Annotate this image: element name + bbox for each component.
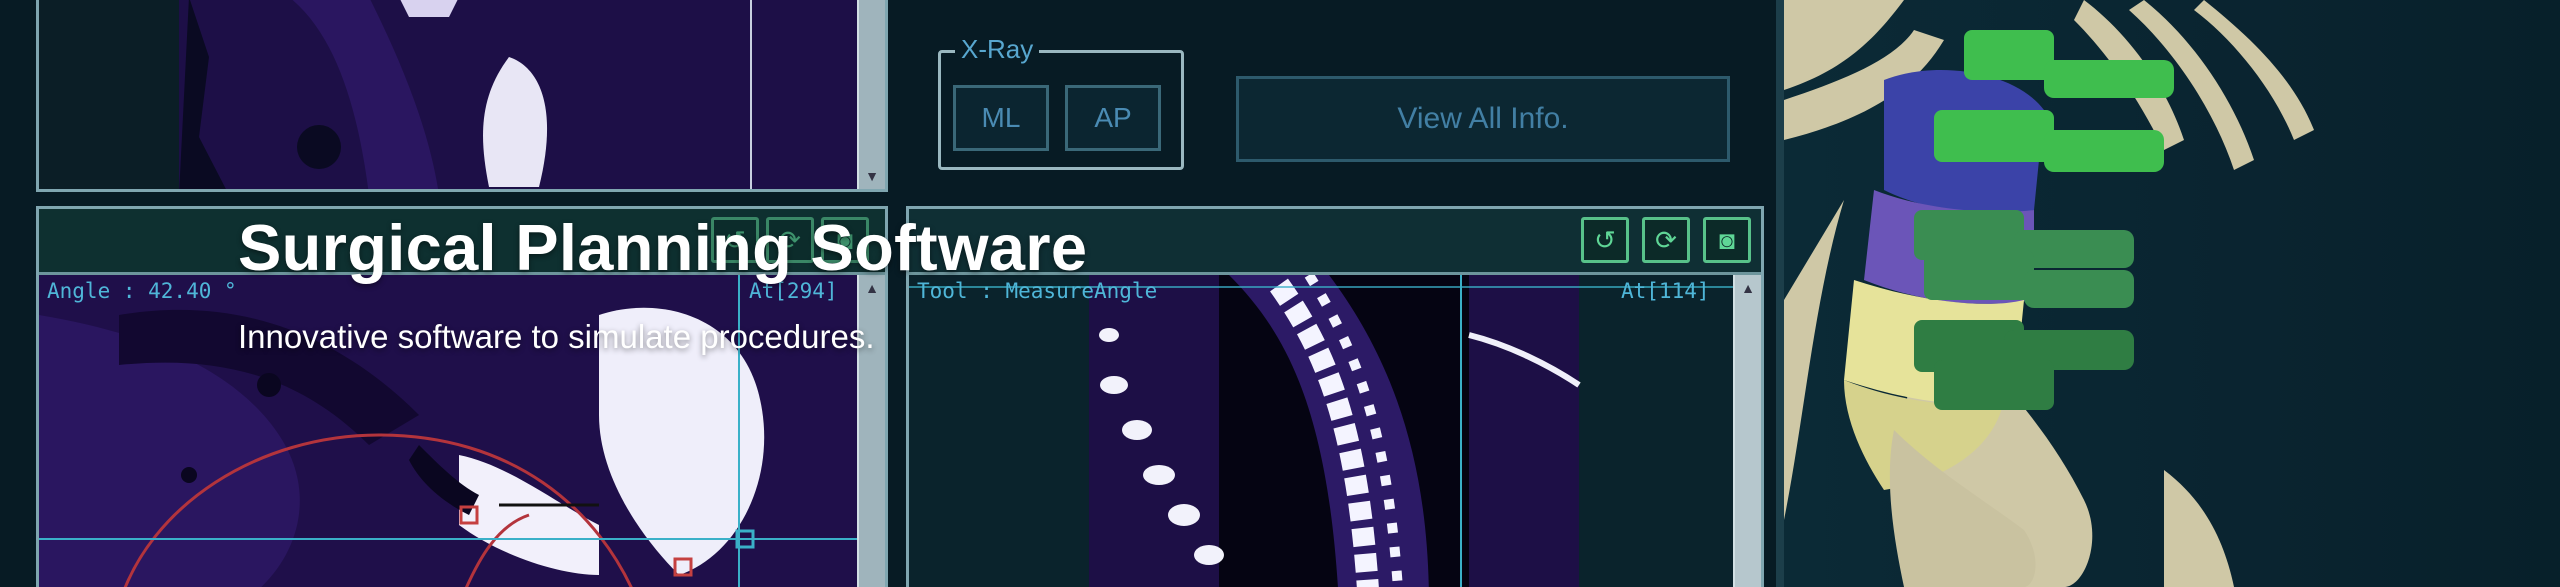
xray-ap-button[interactable]: AP bbox=[1065, 85, 1161, 151]
camera-icon[interactable]: ◙ bbox=[1703, 217, 1751, 263]
xray-ml-button[interactable]: ML bbox=[953, 85, 1049, 151]
ct-scan-image bbox=[909, 275, 1735, 587]
page-title: Surgical Planning Software bbox=[238, 211, 1088, 284]
undo-icon[interactable]: ↺ bbox=[1581, 217, 1629, 263]
panel-divider bbox=[1776, 0, 1784, 587]
refresh-icon[interactable]: ⟳ bbox=[1642, 217, 1690, 263]
3d-spine-render bbox=[1784, 0, 2314, 587]
xray-group-title: X-Ray bbox=[955, 34, 1040, 65]
ct-scan-image bbox=[39, 0, 885, 189]
scroll-down-icon[interactable]: ▼ bbox=[859, 165, 885, 187]
xray-group: X-Ray ML AP bbox=[938, 34, 1184, 170]
view-all-info-button[interactable]: View All Info. bbox=[1236, 76, 1730, 162]
page-subtitle: Innovative software to simulate procedur… bbox=[238, 318, 875, 355]
center-position-readout: At[114] bbox=[1621, 279, 1710, 303]
angle-readout: Angle : 42.40 ° bbox=[47, 279, 237, 303]
top-left-ct-view[interactable]: ▼ bbox=[36, 0, 888, 192]
vertical-scrollbar[interactable]: ▲ bbox=[1733, 275, 1761, 587]
app-window: ▼ X-Ray ML AP View All Info. ↺ ⟳ ◙ Angle… bbox=[0, 0, 2560, 587]
3d-spine-view[interactable] bbox=[1784, 0, 2560, 587]
vertical-scrollbar[interactable]: ▼ bbox=[857, 0, 885, 189]
scroll-up-icon[interactable]: ▲ bbox=[1735, 277, 1761, 299]
